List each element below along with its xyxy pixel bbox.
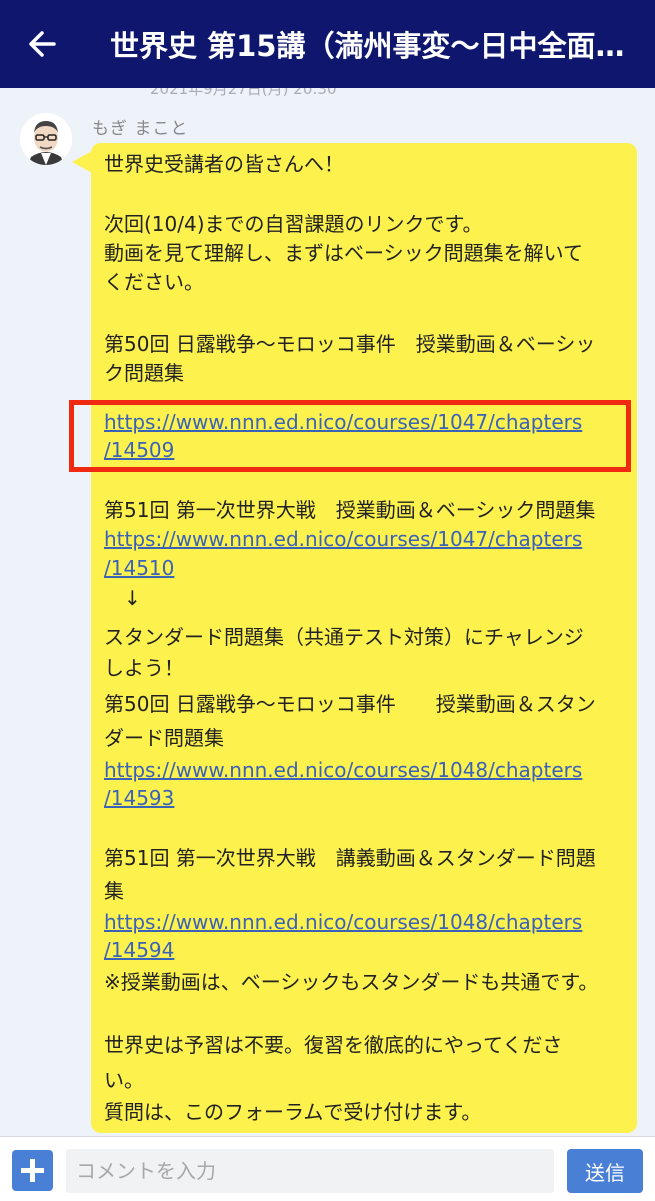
arrow-left-icon bbox=[29, 31, 56, 57]
add-attachment-button[interactable] bbox=[12, 1150, 53, 1191]
sender-name: もぎ まこと bbox=[92, 119, 189, 139]
message-line: ※授業動画は、ベーシックもスタンダードも共通です。 bbox=[104, 970, 599, 994]
message-line: 第50回 日露戦争〜モロッコ事件 授業動画＆スタン bbox=[104, 692, 596, 716]
message-line: 集 bbox=[104, 879, 124, 903]
message-line: ↓ bbox=[104, 586, 141, 610]
link-course-1048-14593[interactable]: /14593 bbox=[104, 784, 174, 812]
comment-input[interactable] bbox=[66, 1149, 554, 1193]
message-line: い。 bbox=[104, 1068, 144, 1092]
message-line: ください。 bbox=[104, 270, 204, 294]
message-line: ク問題集 bbox=[104, 361, 184, 385]
link-course-1048-14594[interactable]: /14594 bbox=[104, 936, 174, 964]
message-line: 世界史受講者の皆さんへ！ bbox=[104, 152, 344, 176]
send-button[interactable]: 送信 bbox=[567, 1149, 643, 1193]
link-course-1048-14593[interactable]: https://www.nnn.ed.nico/courses/1048/cha… bbox=[104, 756, 582, 784]
message-line: 第51回 第一次世界大戦 講義動画＆スタンダード問題 bbox=[104, 846, 596, 870]
back-button[interactable] bbox=[22, 24, 62, 64]
link-course-1047-14510[interactable]: https://www.nnn.ed.nico/courses/1047/cha… bbox=[104, 525, 582, 553]
page-title: 世界史 第15講（満州事変〜日中全面戦争） bbox=[110, 29, 640, 63]
message-line: 第51回 第一次世界大戦 授業動画＆ベーシック問題集 bbox=[104, 498, 596, 522]
message-line: 質問は、このフォーラムで受け付けます。 bbox=[104, 1100, 482, 1124]
message-line: スタンダード問題集（共通テスト対策）にチャレンジ bbox=[104, 625, 584, 649]
message-date: 2021年9月27日(月) 20:30 bbox=[150, 88, 337, 98]
link-course-1048-14594[interactable]: https://www.nnn.ed.nico/courses/1048/cha… bbox=[104, 908, 582, 936]
message-line: 次回(10/4)までの自習課題のリンクです。 bbox=[104, 212, 483, 236]
message-line: ダード問題集 bbox=[104, 726, 224, 750]
avatar[interactable] bbox=[20, 113, 72, 165]
link-course-1047-14510[interactable]: /14510 bbox=[104, 554, 174, 582]
app-header: 世界史 第15講（満州事変〜日中全面戦争） bbox=[0, 0, 655, 88]
teacher-avatar-icon bbox=[20, 113, 72, 165]
message-line: 動画を見て理解し、まずはベーシック問題集を解いて bbox=[104, 241, 583, 265]
chat-area[interactable]: 2021年9月27日(月) 20:30 もぎ まこと 世界史受講者の皆さんへ！ … bbox=[0, 88, 655, 1136]
highlight-box bbox=[69, 400, 631, 472]
comment-composer: 送信 bbox=[0, 1136, 655, 1201]
message-line: 世界史は予習は不要。復習を徹底的にやってくださ bbox=[104, 1033, 563, 1057]
message-line: しよう！ bbox=[104, 656, 184, 680]
message-line: 第50回 日露戦争〜モロッコ事件 授業動画＆ベーシッ bbox=[104, 332, 596, 356]
